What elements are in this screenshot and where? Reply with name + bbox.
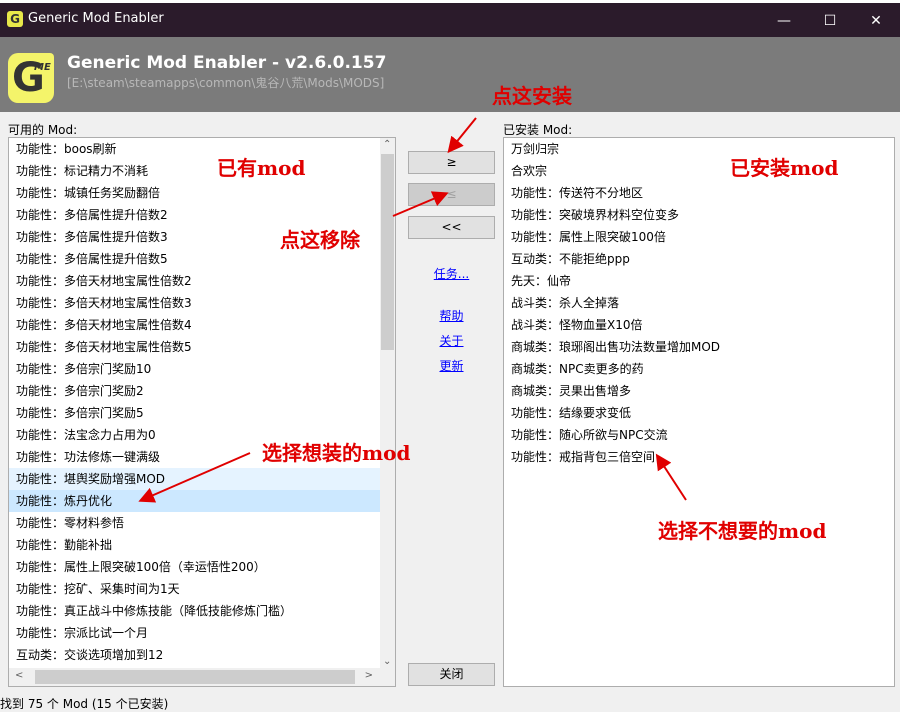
list-item[interactable]: 功能性：多倍天材地宝属性倍数4	[9, 314, 395, 336]
list-item[interactable]: 功能性：boos刷新	[9, 138, 395, 160]
mods-path: [E:\steam\steamapps\common\鬼谷八荒\Mods\MOD…	[67, 76, 385, 90]
about-link[interactable]: 关于	[408, 332, 495, 349]
app-icon: G	[7, 11, 23, 27]
list-item[interactable]: 功能性：多倍宗门奖励5	[9, 402, 395, 424]
list-item[interactable]: 战斗类：杀人全掉落	[504, 292, 894, 314]
tasks-link[interactable]: 任务...	[408, 265, 495, 282]
list-item[interactable]: 功能性：堪舆奖励增强MOD	[9, 468, 395, 490]
list-item[interactable]: 功能性：挖矿、采集时间为1天	[9, 578, 395, 600]
installed-mod-list[interactable]: 万剑归宗 合欢宗 功能性：传送符不分地区 功能性：突破境界材料空位变多 功能性：属性上限…	[503, 137, 895, 687]
list-item[interactable]: 功能性：勤能补拙	[9, 534, 395, 556]
list-item[interactable]: 功能性：炼丹优化	[9, 490, 395, 512]
title-bar: G Generic Mod Enabler — ☐ ✕	[0, 0, 900, 37]
remove-button[interactable]: ≤	[408, 183, 495, 206]
available-label: 可用的 Mod:	[8, 123, 78, 137]
vertical-scrollbar[interactable]: ⌃ ⌄	[380, 138, 395, 668]
close-icon[interactable]: ✕	[853, 7, 899, 35]
hscroll-thumb[interactable]	[35, 670, 355, 684]
close-button[interactable]: 关闭	[408, 663, 495, 686]
gme-logo: G ME	[8, 53, 54, 103]
update-link[interactable]: 更新	[408, 357, 495, 374]
install-button[interactable]: ≥	[408, 151, 495, 174]
horizontal-scrollbar[interactable]: < >	[9, 668, 395, 686]
list-item[interactable]: 功能性：标记精力不消耗	[9, 160, 395, 182]
maximize-icon[interactable]: ☐	[807, 7, 853, 35]
help-link[interactable]: 帮助	[408, 307, 495, 324]
list-item[interactable]: 功能性：多倍属性提升倍数2	[9, 204, 395, 226]
list-item[interactable]: 互动类：不能拒绝ppp	[504, 248, 894, 270]
remove-all-button[interactable]: <<	[408, 216, 495, 239]
list-item[interactable]: 功能性：随心所欲与NPC交流	[504, 424, 894, 446]
scroll-down-icon[interactable]: ⌄	[383, 656, 391, 667]
status-text: 找到 75 个 Mod (15 个已安装)	[0, 697, 169, 711]
available-mod-list[interactable]: 功能性：boos刷新 功能性：标记精力不消耗 功能性：城镇任务奖励翻倍 功能性：多倍属…	[8, 137, 396, 687]
annotation-installed: 已安装mod	[730, 156, 839, 180]
list-item[interactable]: 功能性：属性上限突破100倍	[504, 226, 894, 248]
annotation-choose-remove: 选择不想要的mod	[658, 519, 827, 543]
list-item[interactable]: 功能性：突破境界材料空位变多	[504, 204, 894, 226]
list-item[interactable]: 功能性：宗派比试一个月	[9, 622, 395, 644]
list-item[interactable]: 功能性：真正战斗中修炼技能（降低技能修炼门槛）	[9, 600, 395, 622]
list-item[interactable]: 功能性：多倍宗门奖励10	[9, 358, 395, 380]
list-item[interactable]: 功能性：多倍宗门奖励2	[9, 380, 395, 402]
window-title: Generic Mod Enabler	[28, 11, 164, 26]
scroll-right-icon[interactable]: >	[365, 670, 373, 681]
list-item[interactable]: 商城类：灵果出售增多	[504, 380, 894, 402]
list-item[interactable]: 功能性：戒指背包三倍空间	[504, 446, 894, 468]
list-item[interactable]: 功能性：属性上限突破100倍（幸运悟性200）	[9, 556, 395, 578]
annotation-have: 已有mod	[217, 156, 306, 180]
scroll-left-icon[interactable]: <	[15, 670, 23, 681]
app-title: Generic Mod Enabler - v2.6.0.157	[67, 53, 387, 73]
list-item[interactable]: 互动类：交谈选项增加到12	[9, 644, 395, 666]
list-item[interactable]: 功能性：城镇任务奖励翻倍	[9, 182, 395, 204]
scroll-thumb[interactable]	[381, 154, 394, 350]
list-item[interactable]: 商城类：琅琊阁出售功法数量增加MOD	[504, 336, 894, 358]
app-header: G ME Generic Mod Enabler - v2.6.0.157 [E:…	[0, 37, 900, 112]
list-item[interactable]: 功能性：多倍天材地宝属性倍数3	[9, 292, 395, 314]
list-item[interactable]: 功能性：结缘要求变低	[504, 402, 894, 424]
installed-label: 已安装 Mod:	[503, 123, 573, 137]
annotation-install: 点这安装	[492, 84, 572, 108]
list-item[interactable]: 战斗类：怪物血量X10倍	[504, 314, 894, 336]
arrow-install	[447, 117, 477, 154]
scroll-up-icon[interactable]: ⌃	[383, 139, 391, 150]
annotation-remove: 点这移除	[280, 228, 360, 252]
list-item[interactable]: 功能性：多倍天材地宝属性倍数5	[9, 336, 395, 358]
list-item[interactable]: 功能性：零材料参悟	[9, 512, 395, 534]
annotation-choose: 选择想装的mod	[262, 441, 411, 465]
list-item[interactable]: 商城类：NPC卖更多的药	[504, 358, 894, 380]
minimize-icon[interactable]: —	[761, 7, 807, 35]
list-item[interactable]: 功能性：多倍天材地宝属性倍数2	[9, 270, 395, 292]
list-item[interactable]: 功能性：传送符不分地区	[504, 182, 894, 204]
list-item[interactable]: 先天：仙帝	[504, 270, 894, 292]
